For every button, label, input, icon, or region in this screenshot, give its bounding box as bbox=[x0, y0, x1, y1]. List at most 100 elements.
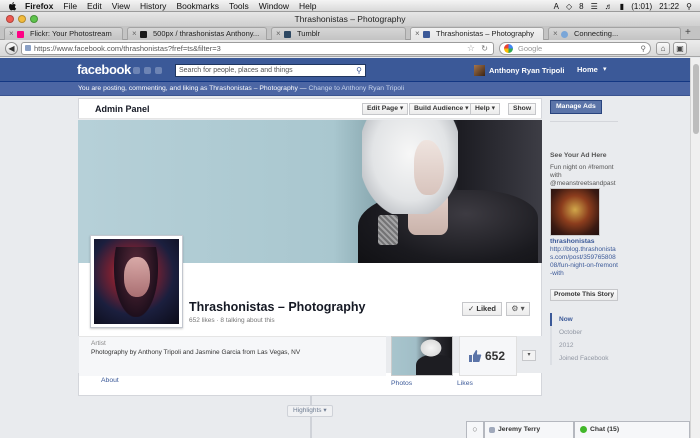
volume-icon[interactable]: ♬ bbox=[605, 2, 613, 11]
tab-tumblr[interactable]: × Tumblr bbox=[271, 27, 406, 40]
close-tab-icon[interactable]: × bbox=[9, 28, 14, 40]
ad-text: Fun night on #fremont with @meanstreetsa… bbox=[550, 164, 616, 187]
thumbnail-figure-hair bbox=[420, 339, 442, 357]
page-settings-button[interactable]: ⚙ ▾ bbox=[506, 302, 530, 316]
ad-page-name[interactable]: thrashonistas bbox=[550, 238, 595, 245]
mac-menubar: Firefox File Edit View History Bookmarks… bbox=[0, 0, 700, 12]
vertical-scrollbar[interactable] bbox=[690, 58, 700, 438]
close-tab-icon[interactable]: × bbox=[132, 28, 137, 40]
ad-image[interactable] bbox=[550, 188, 600, 236]
profile-link[interactable]: Anthony Ryan Tripoli bbox=[474, 65, 564, 76]
about-link[interactable]: About bbox=[101, 377, 119, 384]
back-button[interactable]: ◀ bbox=[5, 42, 18, 55]
search-icon[interactable]: ⚲ bbox=[641, 43, 647, 54]
menu-view[interactable]: View bbox=[112, 1, 130, 11]
battery-time[interactable]: (1:01) bbox=[631, 2, 652, 11]
build-audience-button[interactable]: Build Audience ▾ bbox=[409, 103, 474, 115]
chat-contact-name: Jeremy Terry bbox=[498, 426, 541, 433]
promote-story-button[interactable]: Promote This Story bbox=[550, 289, 618, 301]
scrubber-item-2012[interactable]: 2012 bbox=[550, 339, 620, 352]
messages-icon[interactable] bbox=[144, 67, 151, 74]
about-box[interactable]: Artist Photography by Anthony Tripoli an… bbox=[79, 336, 386, 376]
likes-tab-link[interactable]: Likes bbox=[457, 380, 473, 387]
battery-icon[interactable]: ▮ bbox=[620, 2, 624, 11]
minimize-window-icon[interactable] bbox=[18, 15, 26, 23]
new-tab-icon[interactable]: + bbox=[685, 27, 691, 38]
help-button[interactable]: Help ▾ bbox=[470, 103, 501, 115]
screenshot-button[interactable]: ▣ bbox=[673, 42, 687, 55]
switch-identity-link[interactable]: Change to Anthony Ryan Tripoli bbox=[308, 85, 404, 92]
tab-500px[interactable]: × 500px / thrashonistas Anthony... bbox=[127, 27, 267, 40]
search-icon[interactable]: ⚲ bbox=[356, 65, 362, 76]
close-tab-icon[interactable]: × bbox=[553, 28, 558, 40]
tab-facebook[interactable]: × Thrashonistas – Photography bbox=[410, 27, 544, 40]
chat-label: Chat (15) bbox=[590, 426, 620, 433]
friend-requests-icon[interactable] bbox=[133, 67, 140, 74]
chat-options-button[interactable]: ○ bbox=[466, 421, 484, 438]
home-link[interactable]: Home bbox=[577, 65, 598, 74]
more-tabs-button[interactable]: ▾ bbox=[522, 350, 536, 361]
tumblr-favicon-icon bbox=[284, 31, 291, 38]
photos-thumbnail[interactable] bbox=[391, 336, 453, 376]
apple-icon[interactable] bbox=[7, 1, 17, 11]
likes-box[interactable]: 652 bbox=[459, 336, 517, 376]
notification-count[interactable]: 8 bbox=[579, 2, 583, 11]
liked-button[interactable]: ✓ Liked bbox=[462, 302, 502, 316]
reload-icon[interactable]: ↻ bbox=[481, 43, 488, 54]
menu-help[interactable]: Help bbox=[299, 1, 316, 11]
zoom-window-icon[interactable] bbox=[30, 15, 38, 23]
menu-bookmarks[interactable]: Bookmarks bbox=[176, 1, 219, 11]
nav-toolbar: ◀ https://www.facebook.com/thrashonistas… bbox=[0, 40, 700, 57]
menu-firefox[interactable]: Firefox bbox=[25, 1, 53, 11]
profile-picture[interactable] bbox=[90, 235, 183, 328]
scrollbar-thumb[interactable] bbox=[693, 64, 699, 134]
bookmark-star-icon[interactable]: ☆ bbox=[467, 43, 475, 54]
scrubber-item-joined[interactable]: Joined Facebook bbox=[550, 352, 620, 365]
highlights-button[interactable]: Highlights ▾ bbox=[287, 405, 333, 417]
google-icon[interactable] bbox=[504, 44, 513, 53]
home-icon: ⌂ bbox=[660, 44, 666, 53]
manage-ads-button[interactable]: Manage Ads bbox=[550, 100, 602, 114]
menu-tools[interactable]: Tools bbox=[229, 1, 249, 11]
account-menu-icon[interactable]: ▾ bbox=[603, 65, 607, 73]
notifications-icon[interactable] bbox=[155, 67, 162, 74]
profile-photo bbox=[94, 239, 179, 324]
scrubber-item-october[interactable]: October bbox=[550, 326, 620, 339]
menu-history[interactable]: History bbox=[140, 1, 166, 11]
photos-tab-link[interactable]: Photos bbox=[391, 380, 412, 387]
chat-tab-contact[interactable]: Jeremy Terry bbox=[484, 421, 574, 438]
edit-page-button[interactable]: Edit Page ▾ bbox=[362, 103, 409, 115]
adobe-status[interactable]: A bbox=[554, 2, 559, 11]
wifi-icon[interactable]: ☰ bbox=[591, 2, 598, 11]
facebook-logo[interactable]: facebook bbox=[77, 62, 131, 77]
tab-bar: × Flickr: Your Photostream × 500px / thr… bbox=[0, 26, 700, 40]
home-button[interactable]: ⌂ bbox=[656, 42, 670, 55]
menu-edit[interactable]: Edit bbox=[87, 1, 102, 11]
ad-url[interactable]: http://blog.thrashonistas.com/post/35976… bbox=[550, 246, 618, 278]
chat-sidebar-button[interactable]: Chat (15) bbox=[574, 421, 690, 438]
facebook-header: facebook Search for people, places and t… bbox=[0, 58, 690, 82]
spotlight-icon[interactable]: ⚲ bbox=[686, 2, 692, 11]
dropbox-icon[interactable]: ◇ bbox=[566, 2, 572, 11]
loading-spinner-icon bbox=[561, 31, 568, 38]
timeline-line bbox=[310, 417, 312, 438]
menu-file[interactable]: File bbox=[63, 1, 77, 11]
tab-label: Flickr: Your Photostream bbox=[30, 29, 112, 38]
scrubber-item-now[interactable]: Now bbox=[550, 313, 620, 326]
tab-connecting[interactable]: × Connecting... bbox=[548, 27, 681, 40]
tab-flickr[interactable]: × Flickr: Your Photostream bbox=[4, 27, 123, 40]
clock[interactable]: 21:22 bbox=[659, 2, 679, 11]
likes-count: 652 bbox=[485, 349, 506, 363]
close-window-icon[interactable] bbox=[6, 15, 14, 23]
show-button[interactable]: Show bbox=[508, 103, 537, 115]
site-identity-icon[interactable] bbox=[25, 45, 31, 51]
facebook-search-input[interactable]: Search for people, places and things ⚲ bbox=[175, 64, 366, 77]
close-tab-icon[interactable]: × bbox=[276, 28, 281, 40]
divider bbox=[550, 121, 618, 122]
menu-window[interactable]: Window bbox=[259, 1, 289, 11]
page-category: Artist bbox=[91, 340, 106, 347]
close-tab-icon[interactable]: × bbox=[415, 28, 420, 40]
tab-label: Connecting... bbox=[574, 29, 619, 38]
url-bar[interactable]: https://www.facebook.com/thrashonistas?f… bbox=[21, 42, 494, 55]
web-search-input[interactable]: Google ⚲ bbox=[499, 42, 651, 55]
